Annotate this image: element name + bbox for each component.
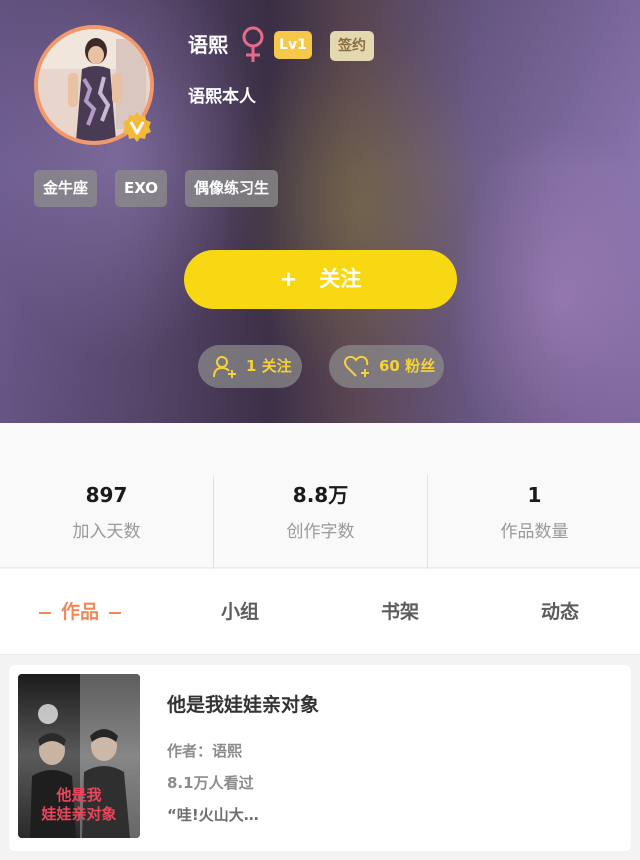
tab-activity[interactable]: 动态 [480, 569, 640, 655]
profile-bio: 语熙本人 [188, 87, 256, 107]
username: 语熙 [188, 33, 228, 57]
stat-label: 作品数量 [500, 522, 569, 542]
level-badge: Lv1 [274, 31, 312, 59]
tab-label: 动态 [540, 601, 579, 623]
tab-bookshelf[interactable]: 书架 [320, 569, 480, 655]
plus-icon: + [279, 267, 298, 291]
stat-label: 创作字数 [286, 522, 355, 542]
follow-button[interactable]: + 关注 [184, 250, 457, 309]
stat-join-days: 897 加入天数 [0, 423, 213, 568]
contract-badge: 签约 [330, 31, 374, 61]
following-count-button[interactable]: 1 关注 [198, 345, 302, 388]
work-card[interactable]: 他是我 娃娃亲对象 他是我娃娃亲对象 作者：语熙 8.1万人看过 “哇!火山大… [9, 665, 631, 851]
work-excerpt: “哇!火山大… [167, 806, 259, 824]
work-author: 作者：语熙 [167, 742, 243, 760]
stat-value: 897 [85, 483, 128, 507]
add-user-icon [213, 355, 236, 378]
work-views: 8.1万人看过 [167, 774, 254, 792]
female-symbol-icon [240, 24, 266, 66]
profile-header: 语熙 Lv1 签约 语熙本人 金牛座 EXO 偶像练习生 +关注 1 关注 6 [0, 0, 640, 423]
stat-works-count: 1 作品数量 [428, 423, 640, 568]
tab-groups[interactable]: 小组 [160, 569, 320, 655]
verified-v-badge-icon [121, 111, 153, 143]
cover-title-line1: 他是我 [55, 786, 101, 804]
tab-label: 作品 [60, 601, 99, 623]
tab-label: 书架 [380, 601, 419, 623]
tab-works[interactable]: 作品 [0, 569, 160, 655]
tab-label: 小组 [220, 601, 259, 623]
profile-tags: 金牛座 EXO 偶像练习生 [34, 170, 279, 207]
following-count: 1 关注 [246, 357, 292, 375]
book-cover[interactable]: 他是我 娃娃亲对象 [18, 674, 140, 838]
profile-tag: 偶像练习生 [185, 170, 279, 207]
profile-tag: 金牛座 [34, 170, 98, 207]
tab-active-dash-left [38, 611, 51, 614]
stat-value: 8.8万 [292, 483, 349, 507]
cover-title-line2: 娃娃亲对象 [40, 805, 116, 823]
profile-tabs: 作品 小组 书架 动态 [0, 569, 640, 655]
profile-stats: 897 加入天数 8.8万 创作字数 1 作品数量 [0, 423, 640, 571]
profile-tag: EXO [115, 170, 168, 207]
tab-active-dash-right [109, 611, 121, 614]
works-list: 他是我 娃娃亲对象 他是我娃娃亲对象 作者：语熙 8.1万人看过 “哇!火山大… [0, 655, 640, 860]
fans-count: 60 粉丝 [379, 357, 436, 375]
fans-count-button[interactable]: 60 粉丝 [329, 345, 444, 388]
stat-value: 1 [527, 483, 542, 507]
stat-word-count: 8.8万 创作字数 [214, 423, 427, 568]
stat-label: 加入天数 [72, 522, 141, 542]
work-title[interactable]: 他是我娃娃亲对象 [167, 691, 319, 719]
follow-button-label: 关注 [319, 267, 362, 291]
heart-plus-icon [344, 355, 369, 377]
